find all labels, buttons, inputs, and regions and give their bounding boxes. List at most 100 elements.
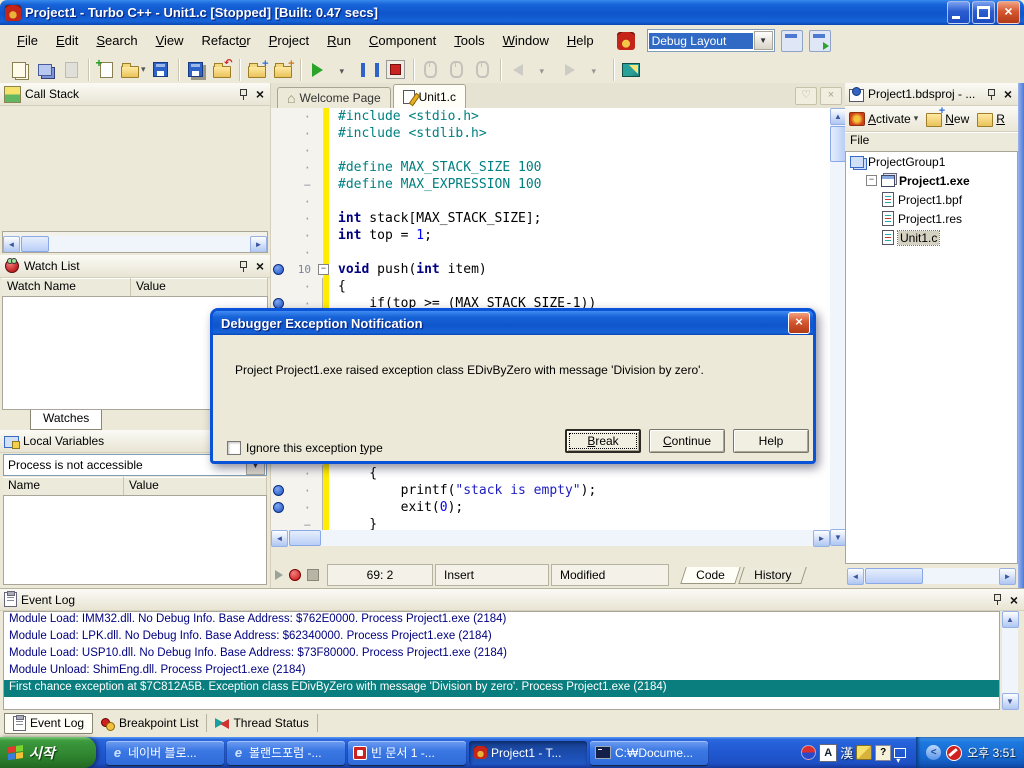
status-record-icon[interactable] [289, 569, 301, 581]
scroll-up-icon[interactable]: ▲ [830, 108, 847, 125]
scroll-thumb[interactable] [289, 530, 321, 546]
tab-event-log[interactable]: Event Log [4, 713, 93, 734]
close-panel-icon[interactable]: × [254, 260, 266, 272]
code-line[interactable]: ·int stack[MAX_STACK_SIZE]; [271, 210, 830, 227]
tab-breakpoint-list[interactable]: Breakpoint List [93, 714, 207, 732]
layout-combo[interactable]: Debug Layout ▼ [647, 29, 775, 52]
scroll-up-icon[interactable]: ▲ [1002, 611, 1019, 628]
call-stack-hscrollbar[interactable]: ◄ ► [3, 236, 267, 252]
status-tab-code[interactable]: Code [680, 567, 740, 584]
taskbar-task-1[interactable]: 빈 문서 1 -... [348, 741, 466, 765]
menu-item-project[interactable]: Project [260, 29, 318, 52]
column-value[interactable]: Value [131, 278, 268, 296]
event-log-entry[interactable]: Module Load: USP10.dll. No Debug Info. B… [4, 646, 999, 663]
fold-toggle-icon[interactable]: − [318, 264, 329, 275]
tree-expander-icon[interactable]: − [866, 175, 877, 186]
break-button[interactable]: Break [565, 429, 641, 453]
code-line[interactable]: · [271, 142, 830, 159]
tree-item-project1-exe[interactable]: −Project1.exe [846, 171, 1017, 190]
menu-item-help[interactable]: Help [558, 29, 603, 52]
security-alert-icon[interactable] [946, 745, 962, 761]
code-line[interactable]: 10−void push(int item) [271, 261, 830, 278]
run-dropdown-button[interactable] [331, 58, 357, 82]
scroll-thumb[interactable] [21, 236, 49, 252]
tab-welcome-page[interactable]: ⌂Welcome Page [277, 87, 391, 108]
breakpoint-dot[interactable] [273, 264, 284, 275]
tree-item-projectgroup1[interactable]: ProjectGroup1 [846, 152, 1017, 171]
code-line[interactable]: · printf("stack is empty"); [271, 482, 830, 499]
korean-ime-icon[interactable] [801, 745, 816, 760]
close-panel-icon[interactable]: × [1008, 594, 1020, 606]
continue-button[interactable]: Continue [649, 429, 725, 453]
code-line[interactable]: · [271, 244, 830, 261]
taskbar-task-c-docume[interactable]: C:₩Docume... [590, 741, 708, 765]
close-file-button[interactable] [209, 58, 235, 82]
project-toolbar-new-button[interactable]: New [926, 111, 969, 127]
pin-icon[interactable] [238, 261, 248, 272]
menu-item-window[interactable]: Window [494, 29, 558, 52]
code-line[interactable]: −#define MAX_EXPRESSION 100 [271, 176, 830, 193]
editor-hscrollbar[interactable]: ◄ ► [271, 530, 830, 546]
menu-item-run[interactable]: Run [318, 29, 360, 52]
help-button[interactable] [618, 58, 644, 82]
project-toolbar-activate-button[interactable]: Activate▾ [849, 112, 918, 126]
code-line[interactable]: · { [271, 465, 830, 482]
menu-item-tools[interactable]: Tools [445, 29, 493, 52]
save-desktop-icon[interactable] [781, 30, 803, 52]
code-line[interactable]: ·#include <stdlib.h> [271, 125, 830, 142]
ime-mode-icon[interactable]: A [819, 744, 837, 762]
code-line[interactable]: · [271, 193, 830, 210]
column-value[interactable]: Value [124, 477, 267, 495]
minimize-button[interactable] [947, 1, 970, 24]
pin-icon[interactable] [992, 594, 1002, 605]
scroll-left-icon[interactable]: ◄ [3, 236, 20, 253]
taskbar-task-[interactable]: e볼랜드포럼 -... [227, 741, 345, 765]
start-button[interactable]: 시작 [0, 737, 96, 768]
scroll-left-icon[interactable]: ◄ [271, 530, 288, 547]
code-line[interactable]: ·#define MAX_STACK_SIZE 100 [271, 159, 830, 176]
hanja-icon[interactable]: 漢 [840, 743, 853, 762]
column-name[interactable]: Name [3, 477, 124, 495]
program-reset-button[interactable] [383, 58, 409, 82]
pin-icon[interactable] [238, 89, 248, 100]
ignore-exception-checkbox[interactable] [227, 441, 241, 455]
new-file-button[interactable] [93, 58, 119, 82]
scroll-right-icon[interactable]: ► [250, 236, 267, 253]
event-log-vscrollbar[interactable]: ▲ ▼ [1002, 611, 1018, 710]
menu-item-search[interactable]: Search [87, 29, 146, 52]
help-button[interactable]: Help [733, 429, 809, 453]
menu-item-edit[interactable]: Edit [47, 29, 87, 52]
code-line[interactable]: ·{ [271, 278, 830, 295]
scroll-down-icon[interactable]: ▼ [830, 529, 847, 546]
save-all-button[interactable] [183, 58, 209, 82]
close-panel-icon[interactable]: × [1002, 88, 1014, 100]
layout-combo-dropdown-icon[interactable]: ▼ [754, 31, 773, 50]
remove-from-project-button[interactable] [270, 58, 296, 82]
scroll-left-icon[interactable]: ◄ [847, 568, 864, 585]
code-line[interactable]: ·#include <stdio.h> [271, 108, 830, 125]
maximize-button[interactable] [972, 1, 995, 24]
tree-item-project1-res[interactable]: Project1.res [846, 209, 1017, 228]
menu-item-view[interactable]: View [147, 29, 193, 52]
pin-icon[interactable] [986, 89, 996, 100]
editor-vscrollbar[interactable]: ▲ ▼ [830, 108, 846, 546]
tab-thread-status[interactable]: Thread Status [207, 714, 317, 732]
tab-watches[interactable]: Watches [30, 410, 102, 430]
ime-pad-icon[interactable] [856, 745, 872, 760]
scroll-right-icon[interactable]: ► [999, 568, 1016, 585]
run-button[interactable] [305, 58, 331, 82]
tree-item-project1-bpf[interactable]: Project1.bpf [846, 190, 1017, 209]
code-line[interactable]: ·int top = 1; [271, 227, 830, 244]
breakpoint-dot[interactable] [273, 502, 284, 513]
close-panel-icon[interactable]: × [254, 88, 266, 100]
scroll-thumb[interactable] [865, 568, 923, 584]
set-debug-desktop-icon[interactable] [809, 30, 831, 52]
column-watch-name[interactable]: Watch Name [2, 278, 131, 296]
ime-help-icon[interactable]: ? [875, 745, 891, 761]
pause-button[interactable] [357, 58, 383, 82]
code-line[interactable]: · exit(0); [271, 499, 830, 516]
save-button[interactable] [148, 58, 174, 82]
close-button[interactable]: × [997, 1, 1020, 24]
tab-unit1-c[interactable]: Unit1.c [393, 84, 466, 108]
status-tab-history[interactable]: History [738, 567, 807, 584]
